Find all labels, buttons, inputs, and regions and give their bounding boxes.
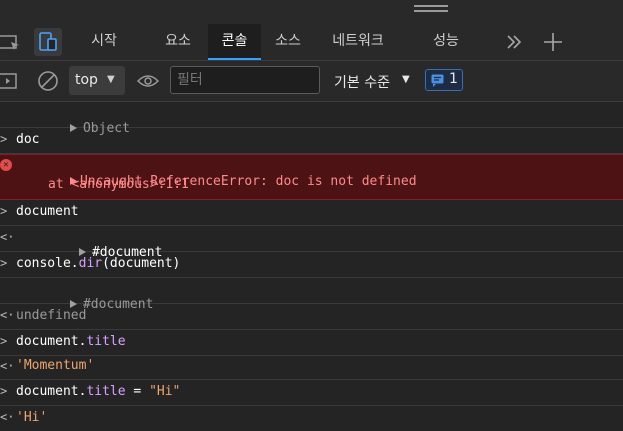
console-input-row: > console.dir(document) <box>0 252 623 278</box>
console-result-row: <· 'Hi' <box>0 406 623 431</box>
error-icon: ✕ <box>0 159 12 171</box>
tab-sources[interactable]: 소스 <box>262 24 314 60</box>
result-text: 'Momentum' <box>16 358 95 373</box>
input-text: document.title <box>16 334 126 349</box>
panel-drag-handle[interactable] <box>0 0 623 24</box>
result-arrow-icon: <· <box>0 359 15 373</box>
clear-console-icon[interactable] <box>37 70 59 92</box>
result-arrow-icon: <· <box>0 410 15 424</box>
input-prompt-icon: > <box>0 256 8 270</box>
log-level-select[interactable]: 기본 수준 <box>334 72 390 92</box>
input-text: console.dir(document) <box>16 256 180 271</box>
input-prompt-icon: > <box>0 334 8 348</box>
context-select[interactable]: top ▼ <box>69 66 125 95</box>
inspect-element-icon[interactable] <box>0 30 24 54</box>
chevron-down-icon: ▼ <box>107 74 115 85</box>
console-input-row: > doc <box>0 128 623 154</box>
tab-console[interactable]: 콘솔 <box>208 24 261 60</box>
tab-elements[interactable]: 요소 <box>152 24 204 60</box>
issues-badge[interactable]: 1 <box>425 69 463 91</box>
input-text: doc <box>16 132 40 147</box>
input-property: title <box>86 334 126 349</box>
input-prompt-icon: > <box>0 204 8 218</box>
console-output: Object > doc ✕ Uncaught ReferenceError: … <box>0 102 623 431</box>
input-text: document <box>16 204 79 219</box>
issues-count: 1 <box>449 71 458 87</box>
input-method: dir <box>78 256 103 271</box>
console-result-row: <· undefined <box>0 304 623 330</box>
input-text-part: = <box>125 384 150 399</box>
devtools-tab-bar: 시작 요소 콘솔 소스 네트워크 성능 <box>0 24 623 61</box>
input-property: title <box>86 384 126 399</box>
live-expression-eye-icon[interactable] <box>136 71 160 91</box>
input-string: "Hi" <box>149 384 181 399</box>
grip-lines-icon <box>414 5 448 7</box>
input-text-part: document. <box>16 334 87 349</box>
console-toolbar: top ▼ 기본 수준 ▼ 1 <box>0 61 623 102</box>
result-arrow-icon: <· <box>0 308 15 322</box>
console-result-row: <· #document <box>0 226 623 260</box>
input-text: document.title = "Hi" <box>16 384 180 399</box>
result-arrow-icon: <· <box>0 230 15 244</box>
input-text-part: console. <box>16 256 79 271</box>
input-text-part: document. <box>16 384 87 399</box>
input-prompt-icon: > <box>0 384 8 398</box>
console-result-row: <· 'Momentum' <box>0 356 623 380</box>
error-stack-line[interactable]: at <anonymous>:1:1 <box>48 177 189 192</box>
input-text-part: (document) <box>102 256 181 271</box>
console-input-row: > document <box>0 200 623 226</box>
message-icon <box>431 74 444 87</box>
context-select-value: top <box>75 72 98 88</box>
input-prompt-icon: > <box>0 132 8 146</box>
chevron-down-icon[interactable]: ▼ <box>402 74 410 85</box>
console-input-row: > document.title = "Hi" <box>0 380 623 406</box>
tab-performance[interactable]: 성능 <box>420 24 472 60</box>
filter-input[interactable] <box>170 66 320 94</box>
console-input-row: > document.title <box>0 330 623 356</box>
result-text: 'Hi' <box>16 410 48 425</box>
tab-welcome[interactable]: 시작 <box>78 24 130 60</box>
more-tabs-icon[interactable] <box>502 30 526 54</box>
add-tab-icon[interactable] <box>541 30 565 54</box>
console-result-row: Object <box>0 102 623 136</box>
console-log-row: #document <box>0 278 623 312</box>
sidebar-toggle-icon[interactable] <box>0 71 20 91</box>
result-text: undefined <box>16 308 87 323</box>
console-error-row: ✕ Uncaught ReferenceError: doc is not de… <box>0 154 623 200</box>
device-emulation-icon[interactable] <box>34 28 62 56</box>
tab-network[interactable]: 네트워크 <box>322 24 394 60</box>
